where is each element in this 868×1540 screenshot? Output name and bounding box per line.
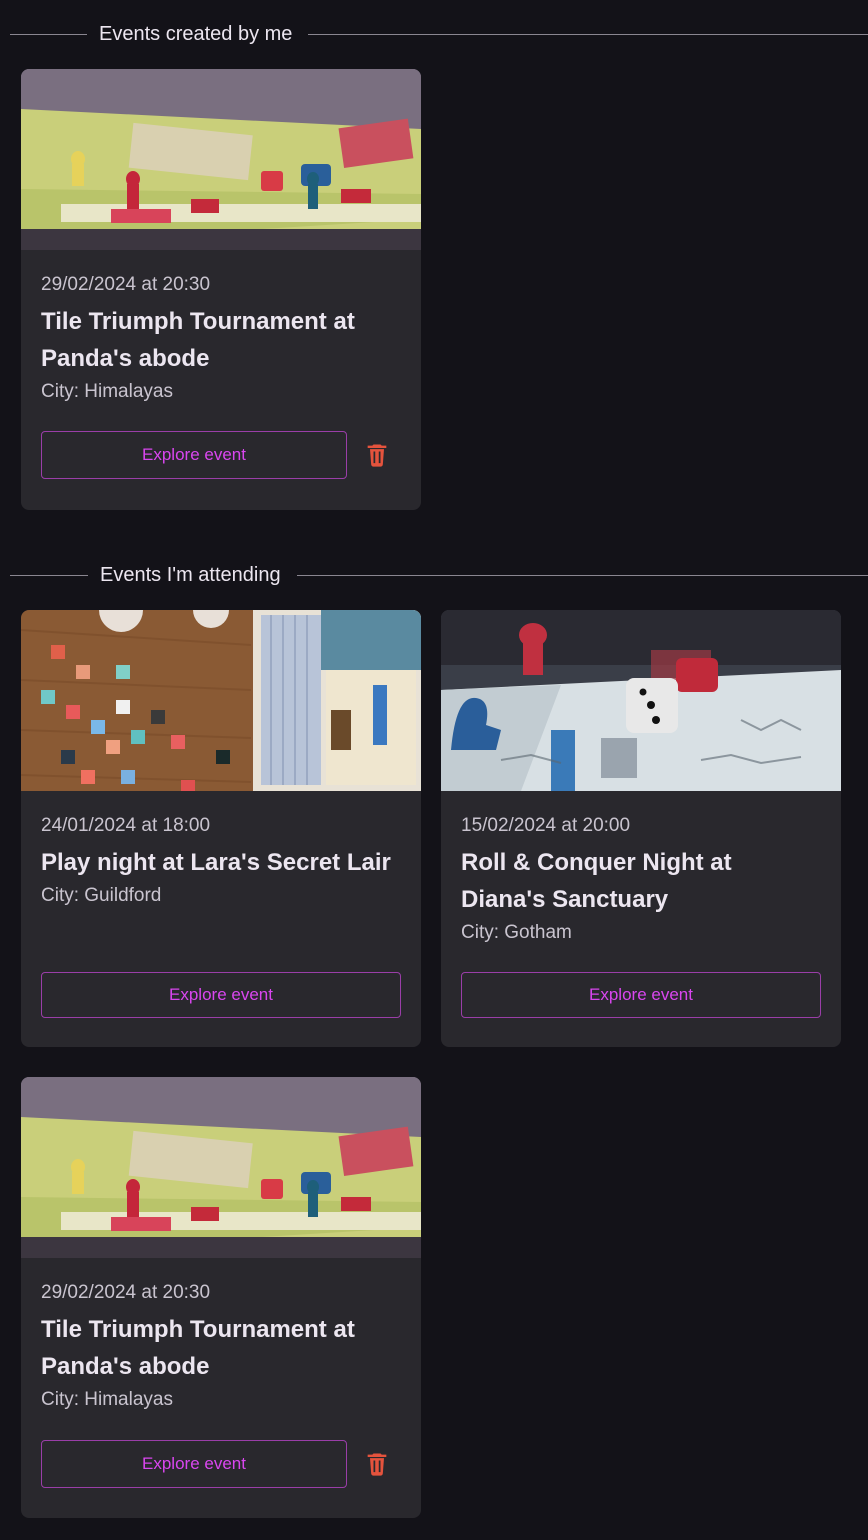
divider-line [297, 575, 868, 576]
event-city: City: Guildford [41, 885, 162, 906]
explore-event-button[interactable]: Explore event [41, 1440, 347, 1488]
section-header-created: Events created by me [10, 24, 868, 44]
section-header-attending: Events I'm attending [10, 565, 868, 585]
explore-event-button[interactable]: Explore event [41, 431, 347, 479]
event-title: Play night at Lara's Secret Lair [41, 849, 391, 876]
event-city: City: Himalayas [41, 1389, 173, 1410]
event-date: 15/02/2024 at 20:00 [461, 815, 631, 836]
event-image [21, 69, 421, 250]
explore-event-button[interactable]: Explore event [41, 972, 401, 1018]
divider-line [308, 34, 868, 35]
event-card: 29/02/2024 at 20:30 Tile Triumph Tournam… [21, 69, 421, 510]
event-date: 24/01/2024 at 18:00 [41, 815, 211, 836]
trash-icon[interactable] [363, 1450, 391, 1478]
event-date: 29/02/2024 at 20:30 [41, 1282, 211, 1303]
event-image [441, 610, 841, 791]
divider-line [10, 34, 87, 35]
event-title: Tile Triumph Tournament at Panda's abode [41, 1316, 355, 1380]
event-date: 29/02/2024 at 20:30 [41, 274, 211, 295]
event-image [21, 610, 421, 791]
event-city: City: Himalayas [41, 381, 173, 402]
section-title: Events I'm attending [100, 564, 281, 586]
event-city: City: Gotham [461, 922, 572, 943]
explore-event-button[interactable]: Explore event [461, 972, 821, 1018]
event-card: 15/02/2024 at 20:00 Roll & Conquer Night… [441, 610, 841, 1047]
trash-icon[interactable] [363, 441, 391, 469]
event-title: Tile Triumph Tournament at Panda's abode [41, 308, 355, 372]
section-title: Events created by me [99, 23, 293, 45]
event-title: Roll & Conquer Night at Diana's Sanctuar… [461, 849, 732, 913]
divider-line [10, 575, 88, 576]
event-card: 29/02/2024 at 20:30 Tile Triumph Tournam… [21, 1077, 421, 1518]
event-card: 24/01/2024 at 18:00 Play night at Lara's… [21, 610, 421, 1047]
event-image [21, 1077, 421, 1258]
